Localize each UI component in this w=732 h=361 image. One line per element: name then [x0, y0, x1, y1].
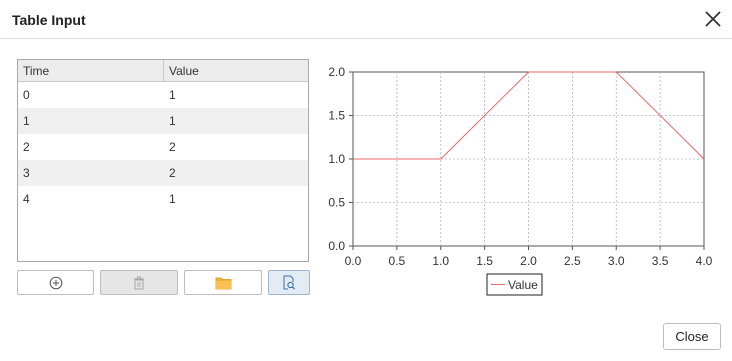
table-row[interactable]: 0 1 [18, 82, 308, 108]
cell-time[interactable]: 3 [18, 160, 164, 186]
data-table: Time Value 0 1 1 1 2 2 3 2 4 1 [17, 59, 309, 262]
y-tick-label: 1.5 [328, 109, 345, 123]
legend-label: Value [508, 278, 538, 292]
x-tick-label: 0.0 [345, 254, 362, 268]
add-row-button[interactable] [17, 270, 94, 295]
dialog-title-bar: Table Input [0, 0, 732, 39]
y-tick-label: 0.0 [328, 239, 345, 253]
table-row[interactable]: 1 1 [18, 108, 308, 134]
x-tick-label: 1.0 [432, 254, 449, 268]
delete-row-button[interactable] [100, 270, 178, 295]
x-tick-label: 3.0 [608, 254, 625, 268]
column-header-time[interactable]: Time [18, 60, 164, 82]
open-file-button[interactable] [184, 270, 262, 295]
cell-time[interactable]: 0 [18, 82, 164, 108]
cell-value[interactable]: 1 [164, 108, 308, 134]
cell-time[interactable]: 4 [18, 186, 164, 212]
cell-value[interactable]: 2 [164, 160, 308, 186]
x-tick-label: 1.5 [476, 254, 493, 268]
preview-button[interactable] [268, 270, 310, 295]
add-circle-icon [49, 276, 62, 289]
cell-value[interactable]: 1 [164, 186, 308, 212]
x-tick-label: 4.0 [696, 254, 713, 268]
table-header: Time Value [18, 60, 308, 82]
value-chart: 0.0 0.5 1.0 1.5 2.0 2.5 3.0 3.5 4.0 0.0 0.5 1.0 1.5 2… [328, 65, 713, 296]
table-row[interactable]: 2 2 [18, 134, 308, 160]
dialog-title: Table Input [12, 12, 86, 28]
close-button[interactable]: Close [663, 323, 721, 350]
y-tick-label: 0.5 [328, 196, 345, 210]
x-tick-label: 2.0 [520, 254, 537, 268]
folder-icon [215, 277, 231, 289]
close-icon[interactable] [702, 8, 724, 30]
x-tick-label: 2.5 [564, 254, 581, 268]
document-search-icon [283, 275, 296, 290]
table-row[interactable]: 3 2 [18, 160, 308, 186]
column-header-value[interactable]: Value [164, 60, 308, 82]
y-tick-label: 2.0 [328, 65, 345, 79]
trash-icon [134, 276, 144, 289]
cell-time[interactable]: 2 [18, 134, 164, 160]
x-tick-label: 0.5 [389, 254, 406, 268]
x-tick-label: 3.5 [652, 254, 669, 268]
y-tick-label: 1.0 [328, 152, 345, 166]
cell-time[interactable]: 1 [18, 108, 164, 134]
table-row[interactable]: 4 1 [18, 186, 308, 212]
cell-value[interactable]: 1 [164, 82, 308, 108]
cell-value[interactable]: 2 [164, 134, 308, 160]
